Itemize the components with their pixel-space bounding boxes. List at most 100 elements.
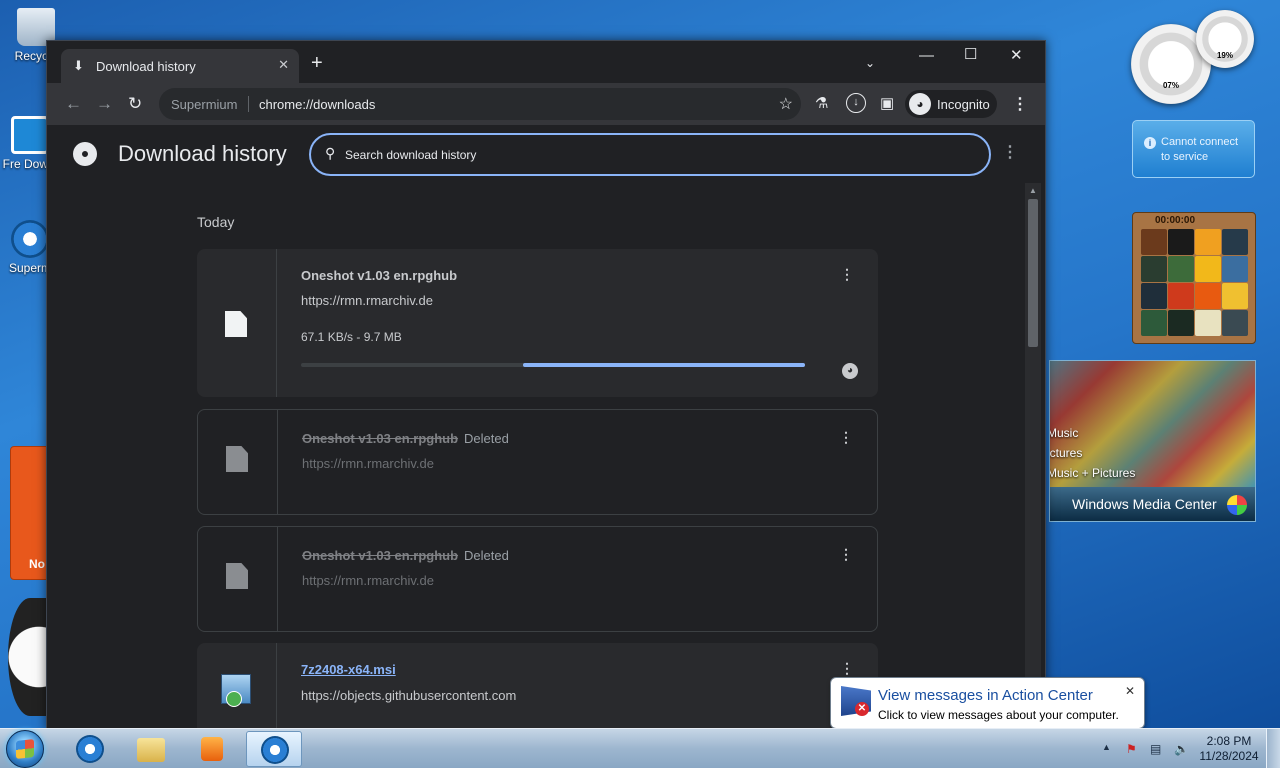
clock-date: 11/28/2024 (1199, 749, 1259, 763)
scroll-up-arrow-icon[interactable]: ▲ (1029, 186, 1037, 195)
back-button[interactable]: ← (65, 94, 82, 114)
close-window-button[interactable]: ✕ (1010, 46, 1023, 64)
media-center-menu: Music ictures Music + Pictures (1050, 423, 1135, 483)
forward-button[interactable]: → (96, 94, 113, 114)
puzzle-timer: 00:00:00 (1155, 215, 1196, 226)
weather-gadget[interactable]: i Cannot connect to service (1132, 120, 1255, 178)
windows-orb-icon (1227, 495, 1247, 515)
reload-button[interactable]: ↻ (128, 94, 142, 114)
download-url[interactable]: https://rmn.rmarchiv.de (302, 456, 434, 471)
download-url[interactable]: https://rmn.rmarchiv.de (301, 293, 433, 308)
memory-gauge[interactable]: 19% (1196, 10, 1254, 68)
puzzle-tile[interactable] (1222, 256, 1248, 282)
puzzle-tile[interactable] (1168, 310, 1194, 336)
download-icon: ⬇ (73, 58, 84, 73)
title-bar: ⬇ Download history ✕ + ⌄ — ☐ ✕ (47, 41, 1045, 83)
search-input[interactable] (345, 145, 945, 165)
notification-title[interactable]: View messages in Action Center (878, 687, 1093, 704)
taskbar-app-supermium-active[interactable] (246, 731, 302, 767)
installer-icon (221, 674, 251, 707)
clock-time: 2:08 PM (1206, 734, 1252, 748)
menu-item-music[interactable]: Music (1050, 423, 1135, 443)
download-more-actions-icon[interactable]: ⋮ (839, 546, 853, 563)
menu-item-pictures[interactable]: ictures (1050, 443, 1135, 463)
puzzle-tile[interactable] (1195, 256, 1221, 282)
puzzle-tile[interactable] (1195, 283, 1221, 309)
puzzle-tile[interactable] (1195, 310, 1221, 336)
puzzle-tile[interactable] (1141, 283, 1167, 309)
omnibox-separator (248, 96, 249, 112)
media-player-icon (201, 737, 223, 761)
notification-close-icon[interactable]: ✕ (1125, 684, 1135, 698)
download-status: Deleted (464, 548, 509, 563)
page-menu-icon[interactable]: ⋮ (1002, 142, 1018, 162)
puzzle-grid[interactable] (1141, 229, 1249, 336)
tab-search-chevron-icon[interactable]: ⌄ (865, 56, 875, 70)
download-url[interactable]: https://objects.githubusercontent.com (301, 688, 516, 703)
download-manager-icon (11, 116, 49, 154)
address-bar[interactable]: Supermium chrome://downloads ☆ (159, 88, 801, 120)
side-panel-icon[interactable]: ▣ (880, 94, 894, 112)
puzzle-tile[interactable] (1222, 283, 1248, 309)
taskbar-app-media-player[interactable] (184, 731, 240, 767)
file-icon (225, 311, 247, 337)
network-icon[interactable]: ▤ (1150, 742, 1161, 756)
download-more-actions-icon[interactable]: ⋮ (840, 660, 854, 677)
download-item: 7z2408-x64.msi https://objects.githubuse… (197, 643, 878, 729)
puzzle-tile[interactable] (1222, 229, 1248, 255)
tab-download-history[interactable]: ⬇ Download history ✕ (61, 49, 299, 83)
taskbar-app-supermium-pinned[interactable] (62, 731, 118, 767)
menu-item-music-pictures[interactable]: Music + Pictures (1050, 463, 1135, 483)
taskbar-clock[interactable]: 2:08 PM 11/28/2024 (1192, 734, 1266, 764)
browser-menu-icon[interactable]: ⋮ (1012, 94, 1028, 114)
cpu-value: 07% (1162, 81, 1179, 90)
puzzle-tile[interactable] (1168, 256, 1194, 282)
show-hidden-icons-icon[interactable]: ▲ (1102, 742, 1111, 752)
bookmark-star-icon[interactable]: ☆ (779, 94, 793, 114)
toolbar: ← → ↻ Supermium chrome://downloads ☆ ⚗ ↓… (47, 83, 1045, 125)
close-tab-icon[interactable]: ✕ (278, 57, 289, 73)
date-header: Today (197, 214, 235, 230)
puzzle-tile[interactable] (1195, 229, 1221, 255)
download-more-actions-icon[interactable]: ⋮ (839, 429, 853, 446)
puzzle-tile[interactable] (1141, 229, 1167, 255)
show-desktop-button[interactable] (1266, 729, 1280, 768)
file-icon-cell (197, 643, 277, 729)
puzzle-tile[interactable] (1168, 229, 1194, 255)
download-more-actions-icon[interactable]: ⋮ (840, 266, 854, 283)
calendar-gadget[interactable]: No (10, 446, 50, 580)
supermium-icon (76, 735, 104, 763)
download-name[interactable]: Oneshot v1.03 en.rpghub (301, 268, 457, 283)
maximize-button[interactable]: ☐ (964, 45, 977, 63)
download-progress-bar (301, 363, 805, 367)
media-center-gadget[interactable]: Music ictures Music + Pictures Windows M… (1049, 360, 1256, 522)
media-center-bar[interactable]: Windows Media Center (1050, 487, 1255, 521)
search-box[interactable]: ⚲ (309, 133, 991, 176)
file-icon (226, 563, 248, 589)
incognito-badge-icon: ◕ (842, 363, 858, 379)
puzzle-tile[interactable] (1141, 310, 1167, 336)
action-center-flag-tray-icon[interactable]: ⚑ (1126, 742, 1137, 756)
downloads-icon[interactable]: ↓ (846, 93, 866, 113)
picture-puzzle-gadget[interactable]: 00:00:00 (1132, 212, 1256, 344)
volume-muted-icon[interactable]: 🔈 (1174, 742, 1189, 756)
new-tab-button[interactable]: + (311, 53, 323, 73)
scrollbar[interactable]: ▲ (1025, 183, 1041, 729)
supermium-icon (11, 220, 49, 258)
puzzle-tile[interactable] (1222, 310, 1248, 336)
page-header: Download history ⚲ ⋮ (47, 125, 1025, 183)
minimize-button[interactable]: — (919, 47, 934, 64)
start-button[interactable] (6, 730, 44, 768)
taskbar-app-explorer[interactable] (123, 731, 179, 767)
scrollbar-thumb[interactable] (1028, 199, 1038, 347)
puzzle-tile[interactable] (1141, 256, 1167, 282)
file-icon-cell (197, 249, 277, 397)
download-url[interactable]: https://rmn.rmarchiv.de (302, 573, 434, 588)
download-name[interactable]: 7z2408-x64.msi (301, 662, 396, 677)
action-center-notification[interactable]: ✕ View messages in Action Center Click t… (830, 677, 1145, 742)
puzzle-tile[interactable] (1168, 283, 1194, 309)
download-name: Oneshot v1.03 en.rpghub (302, 431, 459, 446)
labs-flask-icon[interactable]: ⚗ (815, 94, 828, 112)
url-text[interactable]: chrome://downloads (259, 97, 375, 112)
incognito-profile-button[interactable]: ◕ Incognito (905, 90, 997, 118)
